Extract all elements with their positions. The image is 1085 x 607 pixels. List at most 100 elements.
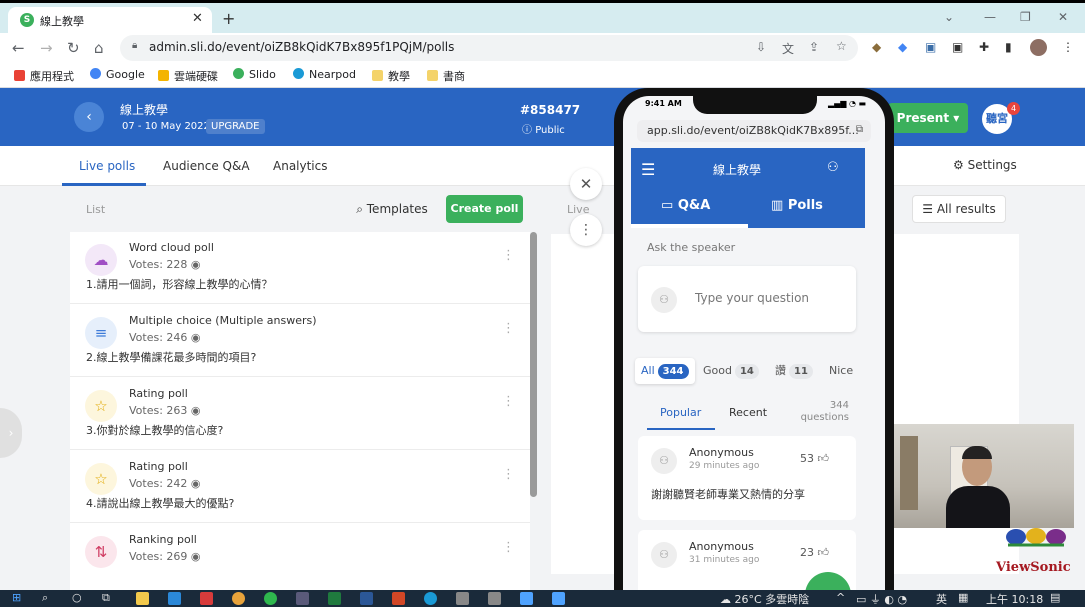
bar-chart-icon: ▥ [771,198,788,213]
extension-icon[interactable]: ◆ [872,40,881,54]
side-panel-icon[interactable]: ▮ [1005,40,1012,54]
file-explorer-icon[interactable] [136,592,149,605]
share-icon[interactable]: ⇪ [809,40,819,54]
task-view-icon[interactable]: ⧉ [102,591,110,605]
taskbar-app-icon[interactable] [552,592,565,605]
profile-avatar[interactable] [1030,39,1047,56]
keyboard-icon[interactable]: ▦ [958,591,968,604]
bookmark-folder-teaching[interactable]: 教學 [372,68,410,84]
filter-all[interactable]: All 344 [635,358,695,384]
reload-icon[interactable]: ↻ [67,39,80,57]
taskbar-app-icon[interactable] [456,592,469,605]
poll-item[interactable]: ☆ Rating poll Votes: 263 ◉ 3.你對於線上教學的信心度… [70,378,530,450]
poll-list-scrollbar[interactable] [530,232,537,497]
tab-close-icon[interactable]: ✕ [192,11,203,26]
clock[interactable]: 上午 10:18 [986,591,1043,607]
tab-analytics[interactable]: Analytics [273,159,328,173]
bookmark-star-icon[interactable]: ☆ [836,39,847,53]
tab-live-polls[interactable]: Live polls [79,159,135,173]
filter-good[interactable]: Good 14 [697,358,765,384]
poll-menu-icon[interactable]: ⋮ [502,540,515,555]
notification-icon[interactable]: ▤ [1050,591,1060,604]
sort-recent[interactable]: Recent [729,406,767,419]
chevron-down-icon[interactable]: ⌄ [944,10,954,24]
present-button[interactable]: Present ▾ [888,103,968,133]
poll-item[interactable]: ⇅ Ranking poll Votes: 269 ◉ ⋮ [70,524,530,592]
all-results-button[interactable]: ☰ All results [912,195,1006,223]
forward-arrow-icon[interactable]: → [40,39,53,57]
taskbar-app-icon[interactable] [200,592,213,605]
minimize-button[interactable]: — [984,10,996,24]
user-icon[interactable]: ⚇ [827,160,839,175]
sort-popular[interactable]: Popular [660,406,701,419]
extension-icon[interactable]: ◆ [898,40,907,54]
side-panel-handle[interactable]: › [0,408,22,458]
upgrade-badge[interactable]: UPGRADE [206,119,265,134]
filter-nice[interactable]: Nice [823,358,859,384]
powerpoint-icon[interactable] [392,592,405,605]
menu-kebab-icon[interactable]: ⋮ [1062,40,1074,54]
hamburger-menu-icon[interactable]: ☰ [641,160,655,179]
install-app-icon[interactable]: ⇩ [756,40,766,54]
back-arrow-icon[interactable]: ← [12,39,25,57]
templates-button[interactable]: ⌕ Templates [346,195,438,223]
tab-audience-qa[interactable]: Audience Q&A [163,159,250,173]
weather-widget[interactable]: ☁ 26°C 多雲時陰 [720,591,809,607]
window-close-button[interactable]: ✕ [1058,10,1068,24]
bookmark-apps[interactable]: 應用程式 [14,68,74,84]
restore-button[interactable]: ❐ [1020,10,1031,24]
poll-menu-icon[interactable]: ⋮ [502,394,515,409]
question-input[interactable]: ⚇ Type your question [638,266,856,332]
taskbar-app-icon[interactable] [168,592,181,605]
windows-start-icon[interactable]: ⊞ [12,591,21,604]
bookmark-folder-publishers[interactable]: 書商 [427,68,465,84]
home-icon[interactable]: ⌂ [94,39,104,57]
line-icon[interactable] [264,592,277,605]
chrome-icon[interactable] [232,592,245,605]
cloud-icon: ☁ [85,244,117,276]
browser-tab[interactable]: S 線上教學 ✕ [8,7,212,33]
poll-menu-icon[interactable]: ⋮ [502,467,515,482]
poll-menu-icon[interactable]: ⋮ [502,321,515,336]
bookmark-drive[interactable]: 雲端硬碟 [158,68,218,84]
word-icon[interactable] [360,592,373,605]
bookmark-nearpod[interactable]: Nearpod [293,68,356,81]
poll-item[interactable]: ☆ Rating poll Votes: 242 ◉ 4.請說出線上教學最大的優… [70,451,530,523]
bookmark-slido[interactable]: Slido [233,68,276,81]
ime-indicator[interactable]: 英 [936,591,947,607]
taskbar-app-icon[interactable] [488,592,501,605]
copy-icon[interactable]: ⧉ [856,124,863,135]
tray-icons[interactable]: ▭ ⏚ ◐ ◔ [856,591,907,607]
cortana-icon[interactable]: ○ [72,591,82,604]
poll-item[interactable]: ☁ Word cloud poll Votes: 228 ◉ 1.請用一個詞，形… [70,232,530,304]
notification-badge: 4 [1007,102,1020,115]
close-button[interactable]: ✕ [570,168,602,200]
like-button[interactable]: 53 👍︎ [800,452,829,465]
extension-icon[interactable]: ▣ [925,40,936,54]
create-poll-button[interactable]: Create poll [446,195,523,223]
poll-menu-icon[interactable]: ⋮ [502,248,515,263]
translate-icon[interactable]: 文 [782,40,794,57]
taskbar-app-icon[interactable] [520,592,533,605]
tab-qa[interactable]: ▭ Q&A [661,198,710,213]
question-card[interactable]: ⚇ Anonymous 29 minutes ago 53 👍︎ 謝謝聽賢老師專… [638,436,856,520]
settings-button[interactable]: ⚙ Settings [953,158,1017,172]
like-button[interactable]: 23 👍︎ [800,546,829,559]
phone-address-bar[interactable]: app.sli.do/event/oiZB8kQidK7Bx895f... ⧉ [637,120,871,142]
back-button[interactable]: ‹ [74,102,104,132]
edge-icon[interactable] [424,592,437,605]
bookmark-google[interactable]: Google [90,68,145,81]
extension-icon[interactable]: ▣ [952,40,963,54]
puzzle-icon[interactable]: ✚ [979,40,989,54]
excel-icon[interactable] [328,592,341,605]
poll-item[interactable]: ≡ Multiple choice (Multiple answers) Vot… [70,305,530,377]
kebab-icon: ⋮ [579,222,593,238]
tray-chevron-icon[interactable]: ^ [836,591,845,604]
tab-polls[interactable]: ▥ Polls [771,198,823,213]
taskbar-app-icon[interactable] [296,592,309,605]
search-icon[interactable]: ⌕ [42,591,48,605]
filter-zan[interactable]: 讚 11 [769,358,819,384]
address-bar[interactable]: 🔒︎ admin.sli.do/event/oiZB8kQidK7Bx895f1… [120,35,858,61]
more-options-button[interactable]: ⋮ [570,214,602,246]
new-tab-button[interactable]: + [222,9,235,28]
